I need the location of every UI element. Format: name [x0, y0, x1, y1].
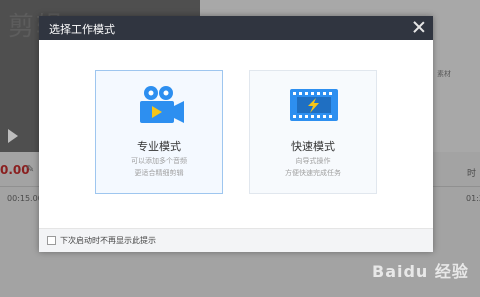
quick-mode-card[interactable]: 快速模式 向导式操作 方便快速完成任务	[249, 70, 377, 194]
film-camera-icon	[140, 86, 184, 123]
timeline-tick-right: 01:2	[466, 194, 480, 203]
dont-show-again-checkbox[interactable]	[47, 236, 56, 245]
asset-label: 素材	[437, 70, 451, 78]
quick-mode-desc-2: 方便快速完成任务	[285, 169, 341, 177]
professional-mode-desc-1: 可以添加多个音频	[131, 157, 187, 165]
dialog-title: 选择工作模式	[49, 23, 115, 36]
dialog-header: 选择工作模式	[39, 16, 433, 40]
timeline-right-label: 时	[467, 169, 477, 179]
film-strip-icon	[290, 89, 338, 121]
baidu-jingyan-watermark: Baidu 经验	[372, 262, 469, 281]
dialog-footer: 下次启动时不再显示此提示	[39, 228, 433, 252]
professional-mode-desc-2: 更适合精细剪辑	[134, 169, 184, 177]
professional-mode-card[interactable]: 专业模式 可以添加多个音频 更适合精细剪辑	[95, 70, 223, 194]
timeline-tick-left: 00:15.00	[7, 194, 43, 203]
dont-show-again-label[interactable]: 下次启动时不再显示此提示	[60, 235, 156, 246]
mode-select-dialog: 选择工作模式 专业模式 可以添加多个音频 更适合精细剪辑 快速模式 向导式操作 …	[39, 16, 433, 252]
edit-icon[interactable]: ✎	[26, 164, 34, 175]
play-icon[interactable]	[8, 129, 18, 143]
professional-mode-label: 专业模式	[137, 140, 181, 153]
quick-mode-desc-1: 向导式操作	[295, 157, 331, 165]
close-icon[interactable]	[411, 19, 427, 35]
quick-mode-label: 快速模式	[291, 140, 335, 153]
